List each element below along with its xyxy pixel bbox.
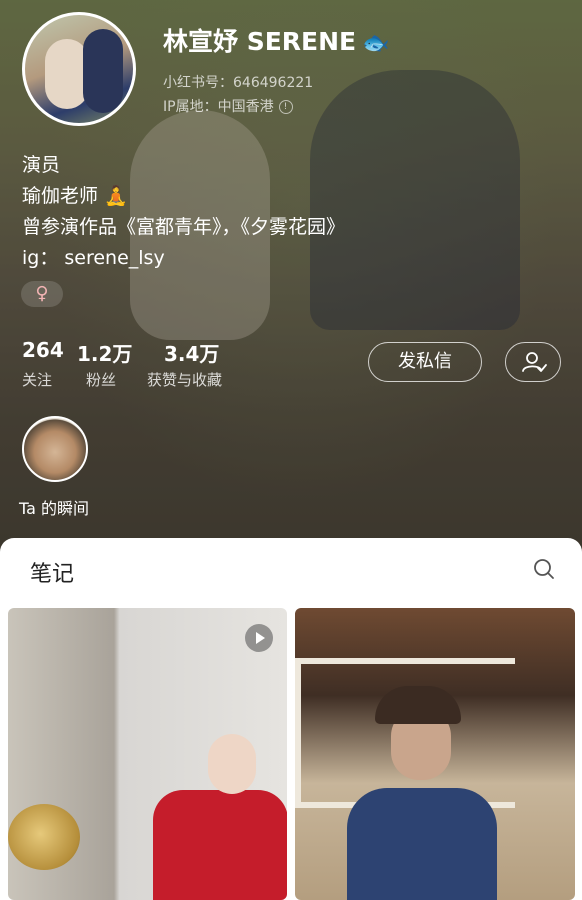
xhs-id: 小红书号：646496221	[163, 75, 314, 91]
moment-thumbnail[interactable]	[22, 416, 88, 482]
bio-line: 演员	[22, 154, 61, 176]
stat-fans-label[interactable]: 粉丝	[86, 369, 116, 390]
photo-cymbal	[8, 804, 80, 870]
photo-person	[347, 788, 497, 900]
send-message-button[interactable]: 发私信	[368, 342, 482, 382]
profile-name: 林宣妤 SERENE 🐟	[163, 22, 390, 58]
bio-line: ig： serene_lsy	[22, 247, 165, 269]
ip-location: IP属地：中国香港!	[163, 96, 293, 116]
stat-following-label[interactable]: 关注	[22, 369, 52, 390]
info-icon[interactable]: !	[278, 100, 293, 114]
search-icon[interactable]	[533, 558, 555, 580]
avatar[interactable]	[22, 12, 136, 126]
note-card[interactable]	[295, 608, 575, 900]
tab-notes[interactable]: 笔记	[30, 556, 74, 588]
profile-name-text: 林宣妤 SERENE	[163, 27, 357, 56]
note-card[interactable]	[8, 608, 287, 900]
stat-likes-value[interactable]: 3.4万	[164, 338, 219, 367]
bio-line: 瑜伽老师 🧘	[22, 185, 128, 207]
bio-line: 曾参演作品《富都青年》，《夕雾花园》	[22, 216, 346, 238]
photo-person	[153, 790, 287, 900]
follow-button[interactable]	[505, 342, 561, 382]
profile-header: 林宣妤 SERENE 🐟 小红书号：646496221 IP属地：中国香港! 演员…	[0, 0, 582, 560]
fish-icon: 🐟	[362, 31, 390, 56]
stat-following-value[interactable]: 264	[22, 338, 64, 362]
ip-location-text: IP属地：中国香港	[163, 99, 274, 115]
notes-panel: 笔记	[0, 538, 582, 900]
stat-fans-value[interactable]: 1.2万	[77, 338, 132, 367]
gender-badge: ♀	[21, 281, 63, 307]
moments-label[interactable]: Ta 的瞬间	[19, 495, 89, 519]
user-check-icon	[522, 352, 547, 372]
photo-person	[208, 734, 256, 794]
stat-likes-label[interactable]: 获赞与收藏	[147, 369, 222, 390]
play-icon[interactable]	[245, 624, 273, 652]
